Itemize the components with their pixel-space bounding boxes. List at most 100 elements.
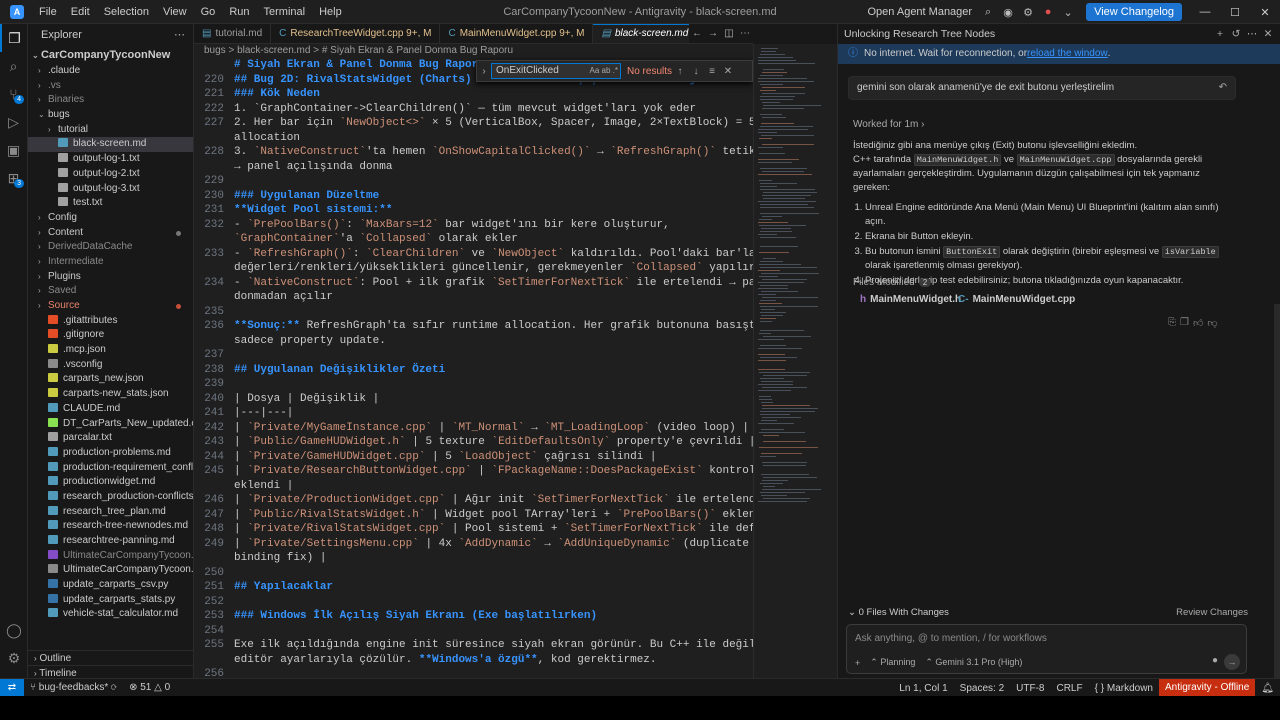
tree-file[interactable]: production-requirement_conflict... (28, 461, 193, 476)
chat-input[interactable]: Ask anything, @ to mention, / for workfl… (855, 633, 1047, 644)
tree-file[interactable]: carparts_new.json (28, 372, 193, 387)
send-icon[interactable]: → (1224, 654, 1240, 670)
user-message[interactable]: gemini son olarak anamenü'ye de exit but… (848, 76, 1236, 100)
plus-icon[interactable]: + (1212, 24, 1228, 44)
tree-file[interactable]: output-log-1.txt (28, 152, 193, 167)
chat-input-box[interactable]: Ask anything, @ to mention, / for workfl… (846, 624, 1247, 674)
menu-go[interactable]: Go (194, 0, 223, 24)
menu-edit[interactable]: Edit (64, 0, 97, 24)
arrow-up-icon[interactable]: ↑ (672, 66, 688, 77)
explorer-icon[interactable]: ❐ (0, 24, 27, 52)
arrow-right-icon[interactable]: → (705, 24, 721, 43)
tree-file[interactable]: .gitattributes (28, 314, 193, 329)
minimap[interactable] (753, 44, 837, 678)
toggle-replace-icon[interactable]: › (477, 66, 491, 77)
branch-indicator[interactable]: ⑂ bug-feedbacks* ⟳ (24, 682, 123, 693)
tree-folder[interactable]: › Content (28, 226, 193, 241)
files-with-changes[interactable]: ⌄ 0 Files With Changes (848, 604, 949, 622)
account-icon[interactable]: ◯ (0, 616, 28, 644)
line-ending[interactable]: CRLF (1050, 683, 1088, 694)
undo-icon[interactable]: ↶ (1219, 77, 1227, 99)
tree-file[interactable]: carparts-new_stats.json (28, 387, 193, 402)
tree-file[interactable]: research_production-conflicts.md (28, 490, 193, 505)
tree-folder[interactable]: › .claude (28, 64, 193, 79)
model-selector[interactable]: ⌃ Gemini 3.1 Pro (High) (925, 657, 1022, 668)
worked-for-label[interactable]: Worked for 1m › (853, 119, 925, 130)
search-icon[interactable]: ⌕ (978, 6, 998, 19)
tree-file[interactable]: output-log-2.txt (28, 167, 193, 182)
tree-folder[interactable]: › Plugins (28, 270, 193, 285)
thumbs-down-icon[interactable]: 👎︎ (1207, 317, 1217, 329)
close-icon[interactable]: ✕ (1260, 24, 1276, 44)
more-actions-icon[interactable]: ⋯ (174, 24, 185, 46)
tree-file[interactable]: update_carparts_csv.py (28, 578, 193, 593)
modified-file-h[interactable]: h MainMenuWidget.h (860, 294, 961, 305)
editor-tab[interactable]: C MainMenuWidget.cpp 9+, M (440, 24, 594, 43)
arrow-left-icon[interactable]: ← (689, 24, 705, 43)
maximize-icon[interactable]: ☐ (1220, 6, 1250, 19)
split-editor-icon[interactable]: ◫ (721, 24, 737, 43)
tree-file[interactable]: .mcp.json (28, 343, 193, 358)
view-changelog-button[interactable]: View Changelog (1086, 3, 1182, 21)
menu-file[interactable]: File (32, 0, 64, 24)
encoding[interactable]: UTF-8 (1010, 683, 1050, 694)
tree-folder[interactable]: › Saved (28, 284, 193, 299)
tree-file[interactable]: parcalar.txt (28, 431, 193, 446)
find-options-icon[interactable]: Aa ab .* (590, 64, 618, 78)
tree-file[interactable]: vehicle-stat_calculator.md (28, 607, 193, 622)
remote-icon[interactable]: ⇄ (0, 678, 24, 697)
minimize-icon[interactable]: — (1190, 6, 1220, 18)
mode-selector[interactable]: ⌃ Planning (870, 657, 915, 668)
offline-status[interactable]: Antigravity - Offline (1159, 679, 1256, 697)
tree-file[interactable]: DT_CarParts_New_updated.csv (28, 417, 193, 432)
tree-folder[interactable]: › Binaries (28, 93, 193, 108)
tree-file[interactable]: productionwidget.md (28, 475, 193, 490)
tree-file[interactable]: black-screen.md (28, 137, 193, 153)
code-editor[interactable]: # Siyah Ekran & Panel Donma Bug Raporu 22… (194, 58, 764, 678)
find-in-selection-icon[interactable]: ≡ (704, 66, 720, 77)
indentation[interactable]: Spaces: 2 (954, 683, 1010, 694)
menu-view[interactable]: View (156, 0, 194, 24)
workspace-root[interactable]: ⌄ CarCompanyTycoonNew (28, 46, 193, 64)
tree-folder[interactable]: › tutorial (28, 123, 193, 138)
scrollbar[interactable] (1274, 304, 1280, 684)
tree-file[interactable]: update_carparts_stats.py (28, 593, 193, 608)
remote-explorer-icon[interactable]: ▣ (0, 136, 27, 164)
tree-file[interactable]: .gitignore (28, 328, 193, 343)
tree-folder[interactable]: › .vs (28, 79, 193, 94)
search-view-icon[interactable]: ⌕ (0, 52, 27, 80)
tree-file[interactable]: .vsconfig (28, 358, 193, 373)
tree-file[interactable]: CLAUDE.md (28, 402, 193, 417)
modified-file-cpp[interactable]: C- MainMenuWidget.cpp (958, 294, 1075, 305)
notification-icon[interactable]: ● (1038, 6, 1058, 18)
copy-icon[interactable]: ❐ (1180, 317, 1189, 329)
bell-icon[interactable]: 🔔︎ (1255, 683, 1280, 694)
tree-folder[interactable]: › DerivedDataCache (28, 240, 193, 255)
account-icon[interactable]: ◉ (998, 6, 1018, 19)
reload-window-link[interactable]: reload the window (1027, 44, 1108, 64)
menu-run[interactable]: Run (222, 0, 256, 24)
review-changes-button[interactable]: Review Changes (1176, 604, 1248, 622)
language-mode[interactable]: { } Markdown (1089, 683, 1159, 694)
tree-file[interactable]: production-problems.md (28, 446, 193, 461)
settings-gear-icon[interactable]: ⚙ (1018, 6, 1038, 19)
breadcrumb[interactable]: bugs > black-screen.md > # Siyah Ekran &… (194, 44, 753, 58)
menu-terminal[interactable]: Terminal (257, 0, 313, 24)
manage-gear-icon[interactable]: ⚙ (0, 644, 28, 672)
tree-file[interactable]: researchtree-panning.md (28, 534, 193, 549)
tree-file[interactable]: research_tree_plan.md (28, 505, 193, 520)
source-control-icon[interactable]: ⑂ 4 (0, 80, 27, 108)
tree-folder[interactable]: › Source (28, 299, 193, 314)
outline-section[interactable]: › Outline (28, 650, 194, 665)
editor-tab[interactable]: ▤ tutorial.md (194, 24, 272, 43)
arrow-down-icon[interactable]: ↓ (688, 66, 704, 77)
plus-icon[interactable]: + (855, 658, 860, 668)
tree-folder[interactable]: ⌄ bugs (28, 108, 193, 123)
menu-selection[interactable]: Selection (97, 0, 156, 24)
tree-file[interactable]: research-tree-newnodes.md (28, 519, 193, 534)
extensions-icon[interactable]: ⊞ 3 (0, 164, 27, 192)
open-agent-manager-link[interactable]: Open Agent Manager (862, 6, 979, 18)
microphone-icon[interactable]: ● (1212, 655, 1218, 666)
copy-icon[interactable]: ⎘ (1168, 317, 1176, 329)
problems-indicator[interactable]: ⊗ 51 △ 0 (123, 682, 176, 693)
